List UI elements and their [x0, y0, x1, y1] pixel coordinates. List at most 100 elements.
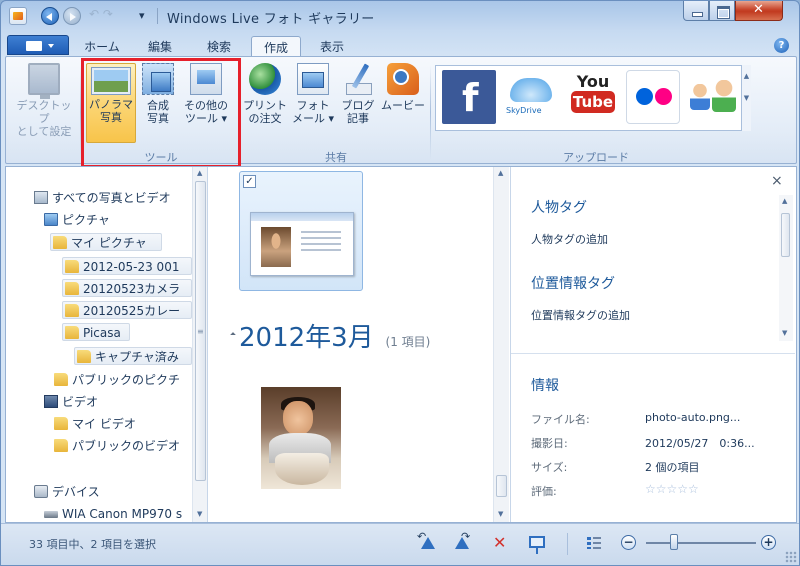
slideshow-icon[interactable] [529, 536, 545, 554]
back-icon[interactable] [41, 7, 59, 25]
set-as-desktop-button[interactable]: デスクトップ として設定 [14, 63, 74, 138]
nav-item-all-photos[interactable]: すべての写真とビデオ [32, 189, 171, 207]
status-bar: 33 項目中、2 項目を選択 − + [1, 523, 799, 565]
people-tag-heading: 人物タグ [531, 200, 587, 216]
desktop-icon [28, 63, 60, 99]
thumbnail-checkbox[interactable]: ✓ [243, 175, 256, 188]
photo-grid: ✓ 2012年3月 (1 項目) ▲ ▼ [209, 167, 509, 522]
add-people-tag-link[interactable]: 人物タグの追加 [531, 231, 608, 247]
folder-icon [65, 282, 79, 295]
photo-mail-button[interactable]: フォト メール ▾ [290, 63, 336, 125]
collapse-triangle-icon[interactable] [230, 332, 236, 338]
photo-gallery-window: ▾ Windows Live フォト ギャラリー ホーム 編集 検索 作成 表示… [0, 0, 800, 566]
date-taken-key: 撮影日: [531, 437, 568, 450]
people-upload-button[interactable] [686, 70, 740, 124]
blog-pen-icon [342, 63, 374, 95]
zoom-in-button[interactable]: + [761, 535, 776, 550]
photos-icon [34, 191, 48, 204]
rotate-left-icon[interactable] [417, 530, 437, 552]
scroll-up-icon[interactable]: ▲ [197, 169, 202, 177]
youtube-upload-button[interactable]: You Tube [566, 70, 620, 124]
month-group-header[interactable]: 2012年3月 (1 項目) [230, 317, 430, 354]
details-view-icon[interactable] [585, 534, 603, 552]
nav-label: WIA Canon MP970 s [62, 507, 183, 521]
app-icon[interactable] [9, 7, 27, 25]
app-menu-button[interactable] [7, 35, 69, 55]
nav-item-devices[interactable]: デバイス [32, 483, 100, 501]
nav-scrollbar[interactable]: ▲ ≡ ▼ [192, 167, 207, 522]
rotate-right-icon[interactable] [453, 530, 471, 552]
share-group-label: 共有 [325, 151, 347, 164]
tab-view[interactable]: 表示 [309, 36, 355, 56]
movie-maker-icon [387, 63, 419, 95]
tab-create[interactable]: 作成 [251, 36, 301, 57]
nav-item-picasa[interactable]: Picasa [62, 323, 130, 341]
nav-item-2012-05-23[interactable]: 2012-05-23 001 [62, 257, 192, 275]
forward-icon[interactable] [63, 7, 81, 25]
photo-grid-scroll-thumb[interactable] [496, 475, 507, 497]
content-area: すべての写真とビデオ ピクチャ マイ ピクチャ 2012-05-23 001 2… [5, 166, 797, 523]
gallery-scroll[interactable]: ▲ ▼ [741, 65, 751, 131]
minimize-button[interactable] [683, 1, 709, 21]
nav-item-scanner[interactable]: WIA Canon MP970 s [42, 505, 182, 522]
tags-scrollbar[interactable]: ▲ ▼ [779, 195, 793, 341]
add-geotag-link[interactable]: 位置情報タグの追加 [531, 307, 630, 323]
folder-icon [65, 304, 79, 317]
nav-item-my-pictures[interactable]: マイ ピクチャ [50, 233, 162, 251]
nav-label: 20120525カレー [83, 304, 181, 318]
maximize-button[interactable] [709, 1, 735, 21]
size-value: 2 個の項目 [645, 461, 700, 474]
tab-home[interactable]: ホーム [77, 36, 127, 56]
scanner-icon [44, 511, 58, 518]
facebook-upload-button[interactable]: f [442, 70, 496, 124]
blog-post-button[interactable]: ブログ 記事 [338, 63, 378, 125]
selected-thumbnail[interactable]: ✓ [239, 171, 363, 291]
nav-item-20120523-camera[interactable]: 20120523カメラ [62, 279, 192, 297]
delete-icon[interactable] [491, 533, 509, 552]
print-order-button[interactable]: プリント の注文 [242, 63, 288, 125]
folder-icon [54, 439, 68, 452]
nav-item-20120525-curry[interactable]: 20120525カレー [62, 301, 192, 319]
rating-stars[interactable]: ☆☆☆☆☆ [645, 482, 699, 496]
tab-search[interactable]: 検索 [195, 36, 243, 56]
scroll-up-icon[interactable]: ▲ [782, 197, 787, 205]
rotate-icon[interactable] [87, 7, 127, 25]
desktop-label-2: として設定 [16, 125, 72, 138]
mail-label-2: メール ▾ [291, 112, 335, 125]
info-divider [511, 353, 795, 354]
flickr-upload-button[interactable] [626, 70, 680, 124]
zoom-out-button[interactable]: − [621, 535, 636, 550]
movie-button[interactable]: ムービー [380, 63, 426, 112]
scroll-down-icon[interactable]: ▼ [782, 329, 787, 337]
tags-scroll-thumb[interactable] [781, 213, 790, 257]
globe-icon [249, 63, 281, 95]
scroll-down-icon[interactable]: ▼ [197, 510, 202, 518]
tools-highlight-box [81, 58, 241, 168]
skydrive-upload-button[interactable]: SkyDrive [504, 70, 558, 124]
nav-label: 20120523カメラ [83, 282, 181, 296]
nav-item-videos[interactable]: ビデオ [42, 393, 98, 411]
photo-grid-scrollbar[interactable]: ▲ ▼ [493, 167, 509, 522]
thumbnail-photo [261, 227, 291, 267]
status-separator [567, 533, 568, 555]
zoom-slider-track[interactable] [646, 542, 756, 544]
tab-edit[interactable]: 編集 [137, 36, 183, 56]
nav-item-captured[interactable]: キャプチャ済み [74, 347, 192, 365]
zoom-slider-thumb[interactable] [669, 534, 678, 550]
photo-face [283, 401, 313, 435]
scroll-down-icon[interactable]: ▼ [498, 510, 503, 518]
help-icon[interactable]: ? [774, 38, 789, 53]
nav-item-my-videos[interactable]: マイ ビデオ [52, 415, 136, 433]
scroll-up-icon[interactable]: ▲ [498, 169, 503, 177]
photo-thumbnail[interactable] [261, 387, 341, 489]
resize-grip[interactable] [785, 551, 797, 563]
close-window-button[interactable] [735, 1, 783, 21]
nav-item-public-pictures[interactable]: パブリックのピクチ [52, 371, 180, 389]
nav-item-public-videos[interactable]: パブリックのビデオ [52, 437, 180, 455]
upload-gallery: f SkyDrive You Tube [435, 65, 751, 131]
nav-item-pictures[interactable]: ピクチャ [42, 211, 110, 229]
close-pane-icon[interactable]: × [771, 173, 783, 189]
folder-icon [77, 350, 91, 363]
quick-access-dropdown-icon[interactable]: ▾ [139, 9, 151, 22]
group-title: 2012年3月 [239, 323, 374, 353]
